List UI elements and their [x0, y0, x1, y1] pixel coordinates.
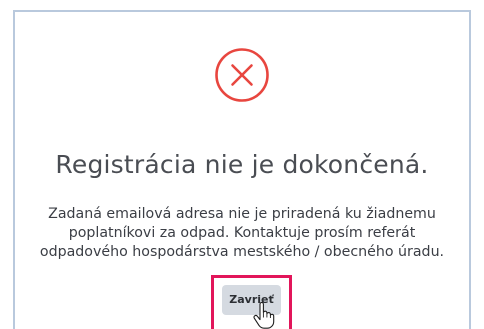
dialog-title: Registrácia nie je dokončená.	[55, 150, 429, 179]
message-line: odpadového hospodárstva mestského / obec…	[39, 244, 445, 260]
dialog-message: Zadaná emailová adresa nie je priradená …	[0, 205, 484, 262]
error-x-circle-icon	[214, 47, 270, 103]
screen: Registrácia nie je dokončená. Zadaná ema…	[0, 0, 484, 329]
message-line: Zadaná emailová adresa nie je priradená …	[48, 206, 436, 222]
message-line: poplatníkovi za odpad. Kontaktuje prosím…	[68, 225, 416, 241]
hand-pointer-icon	[253, 302, 275, 329]
